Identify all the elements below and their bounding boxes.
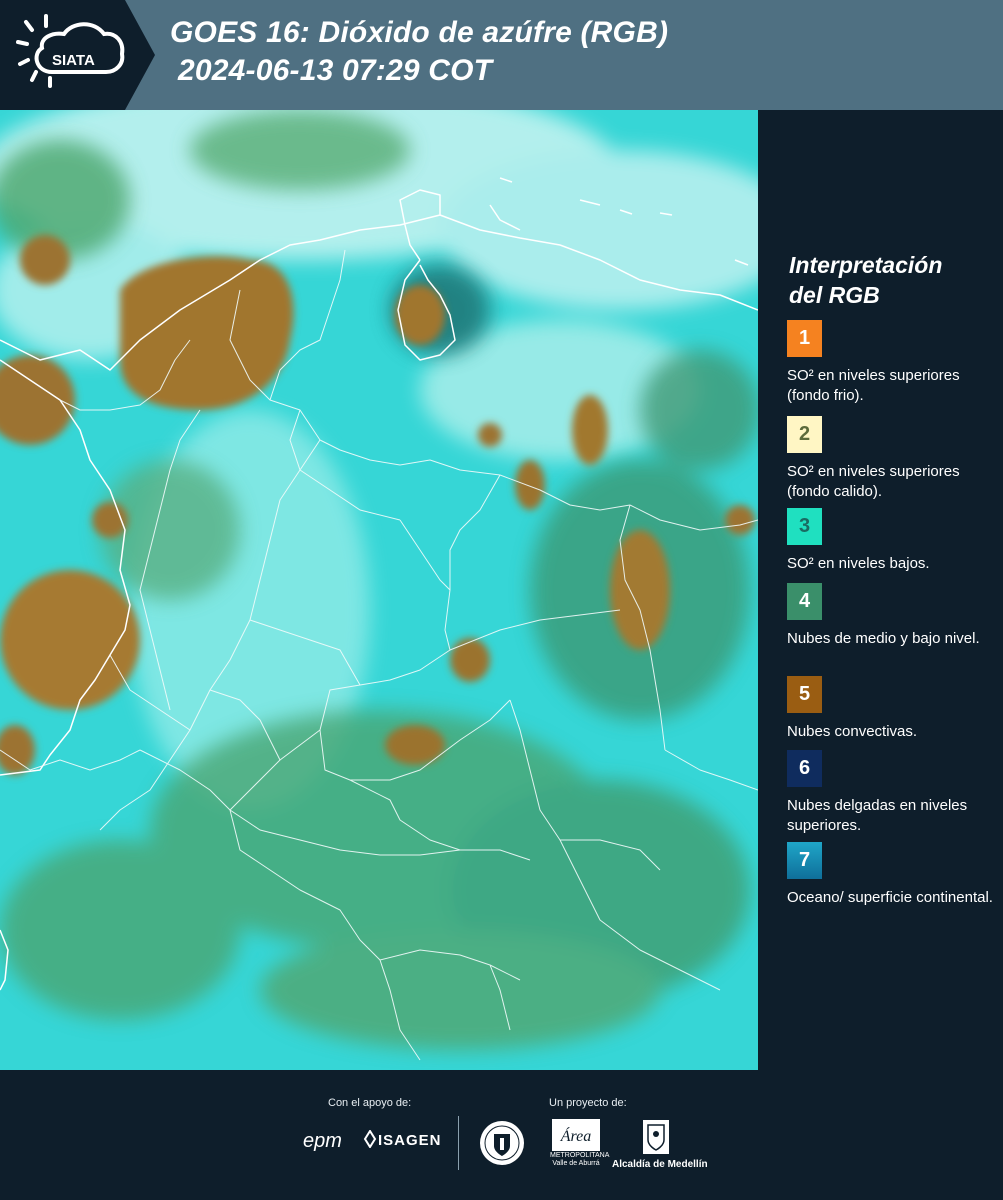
legend-swatch: 6 — [787, 750, 822, 787]
legend-description: Nubes delgadas en niveles superiores. — [787, 797, 968, 834]
legend-swatch: 3 — [787, 508, 822, 545]
title-timestamp: 2024-06-13 07:29 COT — [178, 54, 493, 87]
legend-item-3: 3 SO² en niveles bajos. — [787, 508, 997, 574]
title-product: GOES 16: Dióxido de azúfre (RGB) — [170, 16, 669, 49]
header-bar: SIATA GOES 16: Dióxido de azúfre (RGB) 2… — [0, 0, 1003, 110]
legend-swatch: 2 — [787, 416, 822, 453]
area-metropolitana-text: METROPOLITANA Valle de Aburrá — [550, 1152, 610, 1167]
epm-logo: epm — [303, 1130, 342, 1152]
legend-description: Oceano/ superficie continental. — [787, 889, 993, 906]
svg-text:Área: Área — [560, 1126, 592, 1145]
legend-item-4: 4 Nubes de medio y bajo nivel. — [787, 583, 997, 649]
footer: Con el apoyo de: Un proyecto de: epm ISA… — [0, 1070, 1003, 1200]
area-metropolitana-logo: Área — [552, 1119, 600, 1151]
legend-panel: Interpretación del RGB 1 SO² en niveles … — [760, 110, 1003, 1070]
legend-swatch: 4 — [787, 583, 822, 620]
logo-panel: SIATA — [0, 0, 155, 110]
legend-swatch: 7 — [787, 842, 822, 879]
legend-item-2: 2 SO² en niveles superiores (fondo calid… — [787, 416, 997, 502]
page-title: GOES 16: Dióxido de azúfre (RGB) 2024-06… — [170, 14, 668, 90]
svg-text:SIATA: SIATA — [52, 52, 95, 69]
legend-description: SO² en niveles superiores (fondo calido)… — [787, 463, 960, 500]
isagen-logo-icon — [363, 1130, 377, 1148]
satellite-image — [0, 110, 758, 1070]
legend-item-1: 1 SO² en niveles superiores (fondo frio)… — [787, 320, 997, 406]
footer-divider — [458, 1116, 459, 1170]
legend-description: Nubes de medio y bajo nivel. — [787, 630, 980, 647]
legend-description: Nubes convectivas. — [787, 723, 918, 740]
legend-title-line1: Interpretación — [789, 252, 943, 278]
support-label: Con el apoyo de: — [328, 1097, 412, 1109]
legend-description: SO² en niveles bajos. — [787, 555, 930, 572]
medellin-seal-icon — [480, 1121, 524, 1165]
project-label: Un proyecto de: — [549, 1097, 627, 1109]
legend-title-line2: del RGB — [789, 282, 880, 308]
legend-item-5: 5 Nubes convectivas. — [787, 676, 997, 742]
legend-description: SO² en niveles superiores (fondo frio). — [787, 367, 960, 404]
legend-swatch: 5 — [787, 676, 822, 713]
alcaldia-text: Alcaldía de Medellín — [612, 1159, 708, 1170]
alcaldia-shield-icon — [643, 1120, 669, 1154]
legend-item-6: 6 Nubes delgadas en niveles superiores. — [787, 750, 997, 836]
satellite-map — [0, 110, 758, 1070]
legend-title: Interpretación del RGB — [789, 250, 942, 310]
isagen-logo: ISAGEN — [378, 1132, 442, 1149]
legend-swatch: 1 — [787, 320, 822, 357]
legend-item-7: 7 Oceano/ superficie continental. — [787, 842, 997, 908]
siata-logo-icon: SIATA — [16, 14, 125, 88]
